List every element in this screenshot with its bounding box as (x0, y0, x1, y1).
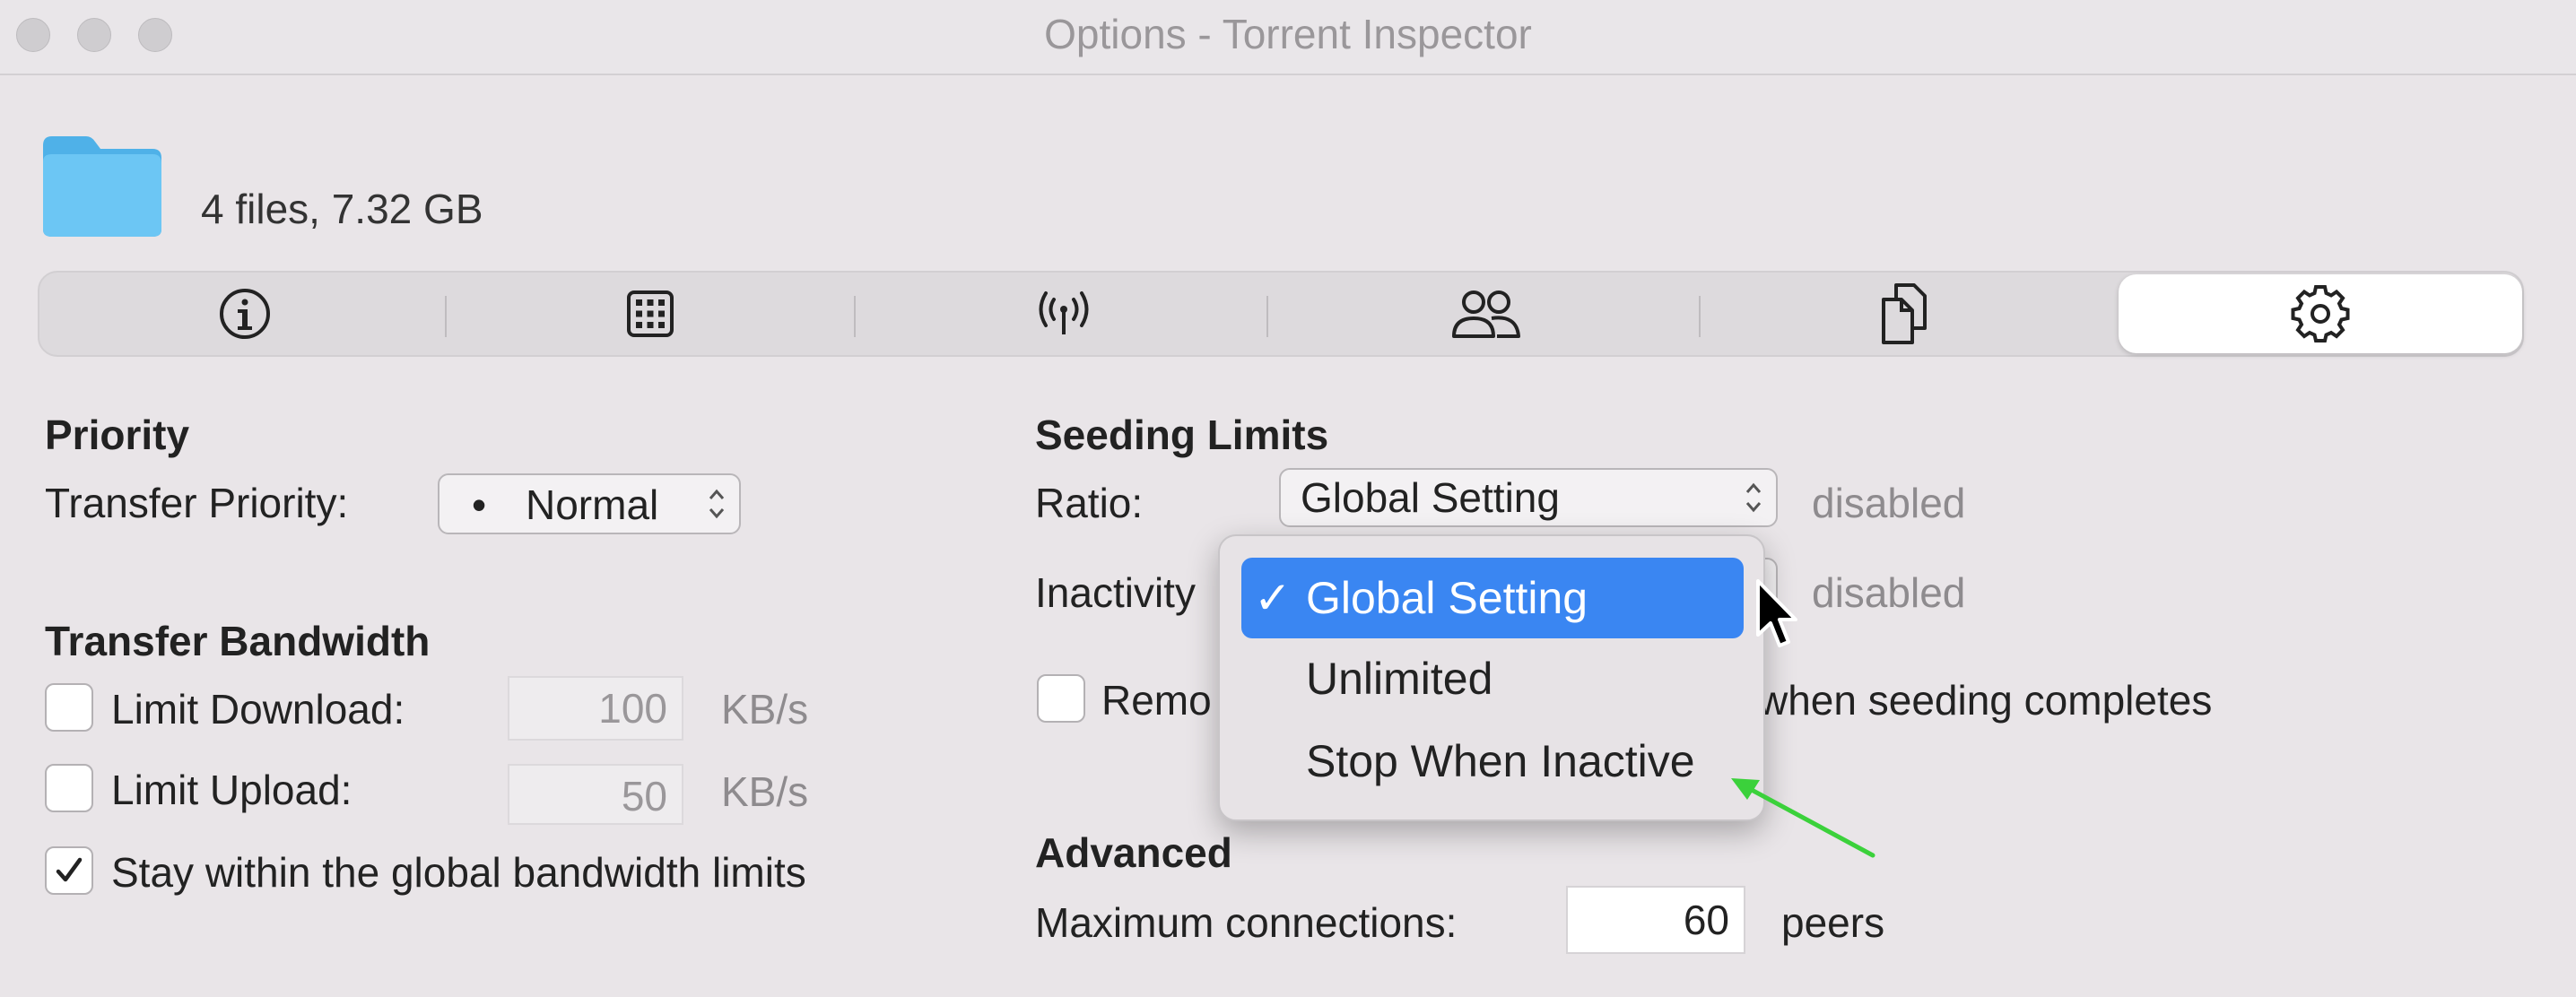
transfer-priority-label: Transfer Priority: (45, 480, 349, 526)
menu-item-label: Unlimited (1306, 654, 1493, 704)
upload-limit-field[interactable]: 50 (508, 764, 683, 825)
menu-item-global-setting[interactable]: ✓ Global Setting (1241, 558, 1744, 638)
annotation-arrow-icon (1731, 778, 1875, 858)
peers-unit-label: peers (1781, 899, 1885, 946)
folder-icon (43, 136, 161, 237)
people-icon (1452, 290, 1520, 338)
gear-icon (2291, 285, 2350, 342)
stay-within-global-label: Stay within the global bandwidth limits (111, 849, 806, 896)
tab-trackers[interactable] (857, 273, 1270, 355)
antenna-icon (1039, 291, 1089, 334)
tab-peers[interactable] (1270, 273, 1701, 355)
menu-item-stop-when-inactive[interactable]: Stop When Inactive (1241, 721, 1744, 802)
inactivity-label: Inactivity (1035, 569, 1196, 616)
transfer-priority-popup[interactable]: • Normal (438, 473, 741, 534)
files-icon (1882, 283, 1927, 344)
ratio-popup[interactable]: Global Setting (1279, 468, 1778, 527)
mouse-cursor-icon (1756, 579, 1797, 647)
advanced-heading: Advanced (1035, 829, 1232, 876)
menu-item-label: Stop When Inactive (1306, 736, 1695, 786)
inactivity-menu: ✓ Global Setting Unlimited Stop When Ina… (1218, 534, 1765, 821)
grid-icon (627, 290, 674, 337)
info-icon (220, 289, 270, 339)
max-connections-label: Maximum connections: (1035, 899, 1458, 946)
tab-files[interactable] (1702, 273, 2106, 355)
checkmark-icon (56, 857, 83, 882)
download-limit-field[interactable]: 100 (508, 676, 683, 741)
title-bar: Options - Torrent Inspector (0, 0, 2576, 75)
priority-value: Normal (526, 481, 659, 528)
priority-bullet: • (472, 481, 487, 528)
menu-item-label: Global Setting (1306, 573, 1588, 623)
inspector-tab-bar (38, 271, 2524, 357)
upload-unit-label: KB/s (721, 768, 809, 815)
checkmark-icon: ✓ (1254, 573, 1292, 623)
tab-files-grid[interactable] (448, 273, 852, 355)
max-connections-field[interactable]: 60 (1566, 886, 1745, 954)
chevron-updown-icon (709, 489, 725, 519)
tab-options[interactable] (2119, 274, 2522, 353)
window-title: Options - Torrent Inspector (1044, 11, 1532, 57)
limit-upload-checkbox[interactable] (45, 764, 93, 812)
seeding-limits-heading: Seeding Limits (1035, 412, 1329, 458)
inactivity-status: disabled (1812, 569, 1966, 616)
download-unit-label: KB/s (721, 686, 809, 733)
limit-download-checkbox[interactable] (45, 683, 93, 732)
remove-label-start: Remo (1101, 677, 1212, 724)
limit-download-label: Limit Download: (111, 686, 405, 733)
transfer-bandwidth-heading: Transfer Bandwidth (45, 618, 431, 664)
tab-info[interactable] (43, 273, 447, 355)
limit-upload-label: Limit Upload: (111, 767, 352, 813)
chevron-updown-icon (1745, 482, 1762, 513)
ratio-value: Global Setting (1301, 474, 1560, 521)
remove-label-end: when seeding completes (1758, 677, 2213, 724)
files-summary: 4 files, 7.32 GB (201, 186, 483, 232)
stay-within-global-checkbox[interactable] (45, 846, 93, 895)
priority-heading: Priority (45, 412, 190, 458)
ratio-status: disabled (1812, 480, 1966, 526)
ratio-label: Ratio: (1035, 480, 1144, 526)
remove-when-complete-checkbox[interactable] (1037, 674, 1085, 723)
menu-item-unlimited[interactable]: Unlimited (1241, 638, 1744, 719)
